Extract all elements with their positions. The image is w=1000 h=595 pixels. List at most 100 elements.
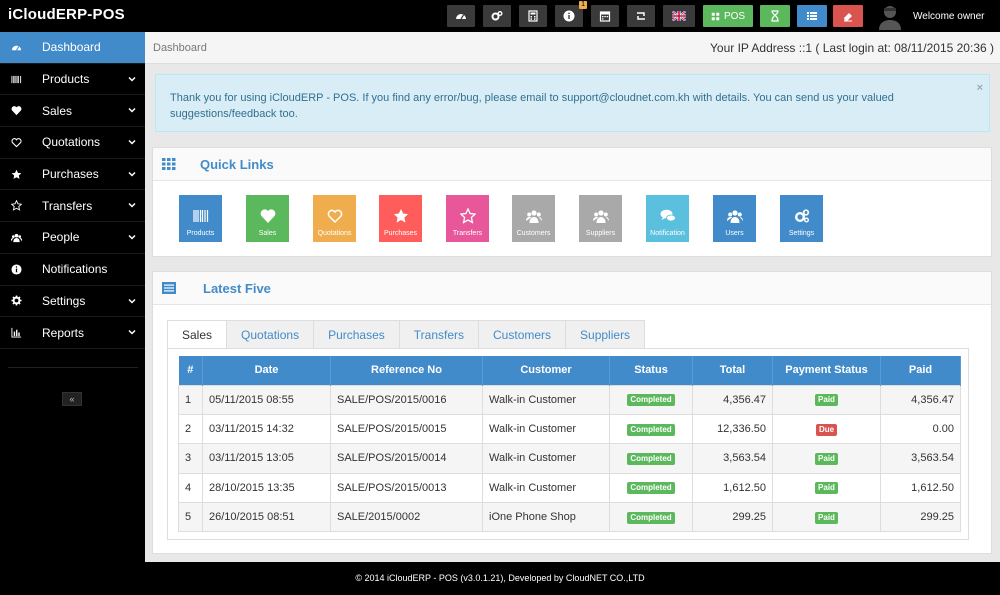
- row-reference: SALE/POS/2015/0016: [330, 384, 483, 415]
- chevron-down-icon: [128, 140, 136, 145]
- column-header[interactable]: Paid: [880, 356, 961, 385]
- chevron-down-icon: [128, 76, 136, 82]
- calculator-button[interactable]: [519, 5, 547, 27]
- heart-icon: [260, 209, 275, 223]
- table-row[interactable]: 5 26/10/2015 08:51 SALE/2015/0002 iOne P…: [178, 502, 961, 533]
- tab-sales[interactable]: Sales: [167, 320, 228, 349]
- sidebar-item-transfers[interactable]: Transfers: [0, 190, 145, 223]
- cog-icon: [10, 295, 22, 306]
- quick-link-transfers[interactable]: Transfers: [446, 195, 489, 242]
- hourglass-button[interactable]: [760, 5, 790, 27]
- column-header[interactable]: Status: [609, 356, 693, 385]
- sidebar-item-label: Reports: [42, 325, 85, 340]
- panel-title: Quick Links: [200, 157, 274, 172]
- tab-purchases[interactable]: Purchases: [314, 320, 400, 349]
- settings-button[interactable]: [483, 5, 511, 27]
- row-reference: SALE/2015/0002: [330, 502, 483, 533]
- alert-text: Thank you for using iCloudERP - POS. If …: [170, 92, 894, 120]
- sidebar-item-notifications[interactable]: Notifications: [0, 254, 145, 286]
- sales-tab-content: # Date Reference No Customer Status Tota…: [167, 348, 969, 540]
- top-navbar: iCloudERP-POS 1 POS Welcome owner: [0, 0, 1000, 32]
- sidebar-item-reports[interactable]: Reports: [0, 317, 145, 349]
- row-number: 5: [178, 502, 203, 533]
- sidebar-item-quotations[interactable]: Quotations: [0, 127, 145, 159]
- row-total: 12,336.50: [692, 413, 773, 445]
- chevron-down-icon: [128, 171, 136, 177]
- quick-link-sales[interactable]: Sales: [246, 195, 289, 242]
- sidebar-divider: [8, 367, 138, 368]
- column-header[interactable]: Total: [692, 356, 773, 385]
- quick-link-users[interactable]: Users: [713, 195, 756, 242]
- sidebar-item-people[interactable]: People: [0, 222, 145, 254]
- quick-link-label: Users: [725, 230, 744, 237]
- users-icon: [592, 210, 609, 223]
- sidebar-item-label: Sales: [42, 103, 73, 118]
- quick-link-notification[interactable]: Notification: [646, 195, 689, 242]
- breadcrumb[interactable]: Dashboard: [153, 42, 207, 54]
- list-button[interactable]: [797, 5, 827, 27]
- column-header[interactable]: Payment Status: [772, 356, 881, 385]
- bar-chart-icon: [10, 327, 21, 338]
- refresh-button[interactable]: [627, 5, 655, 27]
- column-header[interactable]: Date: [202, 356, 331, 385]
- row-total: 4,356.47: [692, 384, 773, 415]
- sidebar-item-sales[interactable]: Sales: [0, 95, 145, 128]
- row-paid: 299.25: [880, 502, 961, 533]
- row-date: 28/10/2015 13:35: [202, 472, 331, 504]
- row-paid: 3,563.54: [880, 443, 961, 474]
- close-icon[interactable]: ×: [977, 80, 983, 96]
- info-icon: [563, 10, 575, 22]
- sidebar-item-settings[interactable]: Settings: [0, 286, 145, 318]
- quick-link-purchases[interactable]: Purchases: [379, 195, 422, 242]
- latest-five-header: Latest Five: [153, 272, 991, 305]
- language-button[interactable]: [663, 5, 695, 27]
- table-row[interactable]: 1 05/11/2015 08:55 SALE/POS/2015/0016 Wa…: [178, 384, 961, 415]
- sidebar-item-label: Dashboard: [42, 40, 101, 55]
- table-row[interactable]: 3 03/11/2015 13:05 SALE/POS/2015/0014 Wa…: [178, 443, 961, 474]
- calendar-button[interactable]: [591, 5, 619, 27]
- row-total: 1,612.50: [692, 472, 773, 504]
- cogs-icon: [491, 11, 503, 21]
- row-date: 26/10/2015 08:51: [202, 502, 331, 533]
- quick-links-header: Quick Links: [153, 148, 991, 181]
- quick-link-label: Products: [186, 230, 215, 237]
- eraser-button[interactable]: [833, 5, 863, 27]
- list-icon: [807, 12, 817, 20]
- column-header[interactable]: #: [178, 356, 203, 385]
- payment-status-badge: Paid: [815, 482, 838, 495]
- panel-title: Latest Five: [203, 281, 271, 296]
- dashboard-button[interactable]: [447, 5, 475, 27]
- tab-customers[interactable]: Customers: [479, 320, 567, 349]
- quick-link-label: Suppliers: [585, 230, 616, 237]
- row-date: 05/11/2015 08:55: [202, 384, 331, 415]
- info-icon: [10, 264, 22, 275]
- quick-link-products[interactable]: Products: [179, 195, 222, 242]
- notifications-button[interactable]: 1: [555, 1, 587, 27]
- pos-button[interactable]: POS: [703, 5, 753, 27]
- sidebar-collapse-button[interactable]: «: [62, 392, 82, 406]
- sidebar-item-purchases[interactable]: Purchases: [0, 159, 145, 191]
- tab-quotations[interactable]: Quotations: [227, 320, 315, 349]
- app-brand[interactable]: iCloudERP-POS: [8, 6, 125, 23]
- quick-link-quotations[interactable]: Quotations: [313, 195, 356, 242]
- sidebar-item-label: Quotations: [42, 135, 101, 150]
- sidebar-item-products[interactable]: Products: [0, 64, 145, 96]
- sidebar-item-dashboard[interactable]: Dashboard: [0, 32, 145, 64]
- table-row[interactable]: 4 28/10/2015 13:35 SALE/POS/2015/0013 Wa…: [178, 472, 961, 504]
- column-header[interactable]: Reference No: [330, 356, 483, 385]
- quick-link-label: Customers: [516, 230, 551, 237]
- tab-transfers[interactable]: Transfers: [399, 320, 480, 349]
- quick-link-label: Transfers: [452, 230, 483, 237]
- quick-link-customers[interactable]: Customers: [512, 195, 555, 242]
- row-paid: 1,612.50: [880, 472, 961, 504]
- tab-suppliers[interactable]: Suppliers: [566, 320, 646, 349]
- dashboard-icon: [11, 45, 21, 51]
- quick-link-suppliers[interactable]: Suppliers: [579, 195, 622, 242]
- table-row[interactable]: 2 03/11/2015 14:32 SALE/POS/2015/0015 Wa…: [178, 413, 961, 445]
- quick-link-settings[interactable]: Settings: [780, 195, 823, 242]
- welcome-text[interactable]: Welcome owner: [913, 11, 985, 22]
- column-header[interactable]: Customer: [482, 356, 610, 385]
- row-number: 3: [178, 443, 203, 474]
- user-avatar[interactable]: [876, 2, 904, 30]
- row-reference: SALE/POS/2015/0013: [330, 472, 483, 504]
